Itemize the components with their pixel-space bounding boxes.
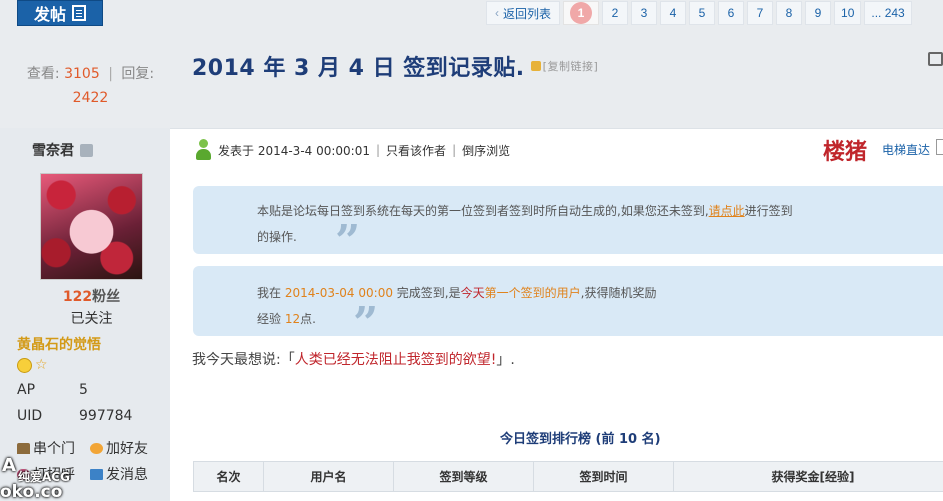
exp-value: 12 (284, 312, 301, 326)
ap-label: AP (17, 382, 36, 398)
top-bar: 发帖 ‹ 返回列表 1 2 3 4 5 6 7 8 9 10 ... 243 (0, 0, 943, 30)
print-icon[interactable] (928, 52, 943, 66)
signin-link[interactable]: 请点此 (709, 204, 745, 218)
fans-label: 粉丝 (92, 289, 121, 305)
views-label: 查看: (26, 66, 60, 82)
ap-value: 5 (79, 382, 88, 398)
new-post-label: 发帖 (33, 5, 66, 24)
result-text: 完成签到,是 (392, 286, 461, 300)
door-icon (17, 442, 30, 454)
visit-label: 串个门 (33, 441, 75, 457)
star-icon: ☆ (35, 357, 48, 373)
post-date: 发表于 2014-3-4 00:00:01 (218, 143, 370, 158)
quote-icon: ” (353, 298, 379, 349)
exp-unit: 点. (300, 312, 316, 326)
floor-label: 楼猪 (823, 139, 868, 165)
replies-count: 2422 (72, 90, 109, 106)
page-link[interactable]: 9 (805, 1, 832, 25)
online-user-icon (195, 139, 212, 161)
copy-link-label: [复制链接] (542, 60, 599, 73)
send-message-link[interactable]: 发消息 (90, 464, 170, 484)
page-link[interactable]: 2 (602, 1, 629, 25)
watermark-logo: A (2, 455, 16, 476)
page-link[interactable]: 4 (660, 1, 687, 25)
notice-text: 本贴是论坛每日签到系统在每天的第一位签到者签到时所自动生成的,如果您还未签到, (257, 204, 709, 218)
views-count: 3105 (64, 66, 100, 82)
mood-suffix: 」. (496, 352, 515, 368)
visit-link[interactable]: 串个门 (17, 438, 90, 458)
user-rank: 黄晶石的觉悟 (17, 337, 101, 353)
post-meta: 发表于 2014-3-4 00:00:01 | 只看该作者 | 倒序浏览 (195, 139, 510, 161)
result-text: ,获得随机奖励 (580, 286, 657, 300)
watermark-domain: oko.co (0, 482, 63, 501)
page-link[interactable]: 3 (631, 1, 658, 25)
replies-label: 回复: (121, 66, 155, 82)
page-link[interactable]: 7 (747, 1, 774, 25)
page-current-number: 1 (570, 2, 593, 24)
mail-icon (90, 468, 103, 480)
add-friend-link[interactable]: 加好友 (90, 438, 170, 458)
meta-divider: | (452, 143, 457, 157)
uid-value: 997784 (79, 408, 133, 424)
user-card-icon[interactable] (80, 143, 93, 157)
first-user-text: 第一个签到的用户 (484, 286, 581, 300)
reverse-order-link[interactable]: 倒序浏览 (462, 142, 510, 159)
author-name[interactable]: 雪奈君 (32, 140, 93, 160)
avatar[interactable] (40, 173, 143, 280)
ranking-title: 今日签到排行榜 (前 10 名) (500, 432, 661, 447)
stats-separator: | (108, 66, 113, 82)
notice-text: 进行签到 (744, 204, 793, 218)
floor-jump-label: 电梯直达 (882, 143, 931, 157)
chevron-left-icon: ‹ (495, 6, 499, 20)
page-link[interactable]: 8 (776, 1, 803, 25)
column-header: 名次 (193, 461, 264, 492)
signin-notice: 本贴是论坛每日签到系统在每天的第一位签到者签到时所自动生成的,如果您还未签到,请… (193, 186, 943, 264)
signin-result: 我在 2014-03-04 00:00 完成签到,是今天第一个签到的用户,获得随… (193, 266, 943, 346)
mood-line: 我今天最想说:「人类已经无法阻止我签到的欲望!」. (192, 349, 515, 369)
followed-status[interactable]: 已关注 (40, 308, 143, 328)
smile-medal-icon (17, 358, 32, 373)
column-header: 签到时间 (533, 461, 674, 492)
mood-prefix: 我今天最想说:「 (192, 352, 295, 368)
page-link[interactable]: 5 (689, 1, 716, 25)
fans-number: 122 (62, 289, 93, 305)
floor-jump-input[interactable] (936, 139, 943, 155)
page-current: 1 (563, 1, 600, 25)
lock-icon (530, 61, 541, 71)
today-text: 今天 (460, 286, 485, 300)
back-to-list-label: 返回列表 (503, 6, 552, 21)
pagination: ‹ 返回列表 1 2 3 4 5 6 7 8 9 10 ... 243 (486, 1, 912, 25)
thread-title-text: 2014 年 3 月 4 日 签到记录贴. (192, 56, 525, 81)
mood-text: 人类已经无法阻止我签到的欲望! (294, 352, 497, 368)
ap-row: AP 5 (17, 382, 88, 398)
table-header-row: 名次 用户名 签到等级 签到时间 获得奖金[经验] (193, 461, 943, 492)
column-header: 签到等级 (393, 461, 534, 492)
fans-count[interactable]: 122粉丝 (40, 286, 143, 306)
uid-label: UID (17, 408, 43, 424)
page-link[interactable]: 6 (718, 1, 745, 25)
page-link-last[interactable]: ... 243 (864, 1, 912, 25)
quote-icon: ” (335, 216, 361, 267)
send-message-label: 发消息 (106, 467, 148, 483)
column-header: 用户名 (263, 461, 394, 492)
ranking-table: 名次 用户名 签到等级 签到时间 获得奖金[经验] (193, 461, 943, 492)
medals: ☆ (17, 358, 48, 373)
back-to-list-link[interactable]: ‹ 返回列表 (486, 1, 561, 25)
result-text: 我在 (257, 286, 285, 300)
document-icon (72, 5, 86, 21)
column-header: 获得奖金[经验] (673, 461, 943, 492)
exp-label: 经验 (257, 312, 285, 326)
new-post-button[interactable]: 发帖 (17, 0, 103, 26)
page-link[interactable]: 10 (834, 1, 862, 25)
thread-title: 2014 年 3 月 4 日 签到记录贴. [复制链接] (192, 50, 598, 82)
add-friend-label: 加好友 (106, 441, 148, 457)
copy-link[interactable]: [复制链接] (530, 58, 599, 74)
add-friend-icon (90, 442, 103, 454)
only-author-link[interactable]: 只看该作者 (386, 142, 446, 159)
uid-row: UID 997784 (17, 408, 132, 424)
author-name-text: 雪奈君 (32, 143, 74, 159)
meta-divider: | (376, 143, 381, 157)
thread-stats: 查看: 3105 | 回复: 2422 (18, 62, 163, 110)
